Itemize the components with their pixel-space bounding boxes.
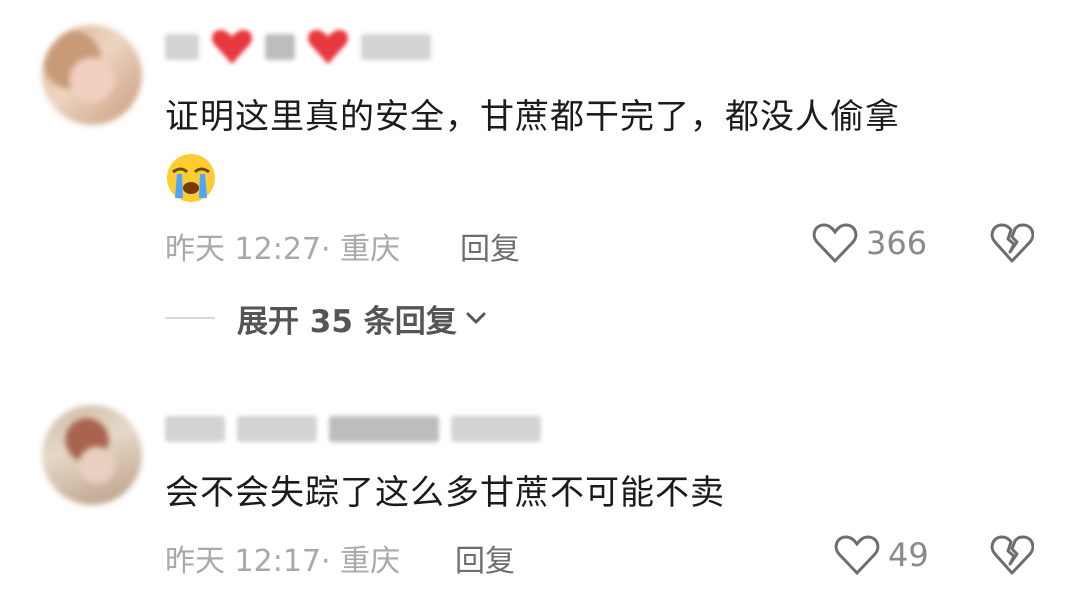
heart-badge-icon <box>307 28 349 66</box>
like-count: 366 <box>866 224 928 262</box>
like-button[interactable]: 366 <box>812 222 927 264</box>
username-blurred-segment <box>165 416 225 442</box>
expand-replies-button[interactable]: 展开 35 条回复 <box>165 296 489 340</box>
username-blurred-segment <box>361 34 431 60</box>
username-blurred[interactable] <box>165 28 431 66</box>
reply-button[interactable]: 回复 <box>460 224 520 268</box>
chevron-down-icon <box>466 312 486 324</box>
username-blurred-segment <box>451 416 541 442</box>
username-blurred-segment <box>265 34 295 60</box>
avatar[interactable] <box>42 25 142 125</box>
username-blurred-segment <box>329 416 439 442</box>
reply-button[interactable]: 回复 <box>455 536 515 580</box>
time-location: 昨天 12:27· 重庆 <box>165 232 401 267</box>
loudly-crying-face-icon <box>167 154 215 202</box>
divider <box>165 317 215 319</box>
time-location: 昨天 12:17· 重庆 <box>165 544 401 579</box>
avatar[interactable] <box>42 405 142 505</box>
heart-outline-icon <box>834 535 880 576</box>
comment-text: 会不会失踪了这么多甘蔗不可能不卖 <box>165 473 725 513</box>
heart-badge-icon <box>211 28 253 66</box>
like-button[interactable]: 49 <box>834 534 929 576</box>
username-blurred[interactable] <box>165 412 541 446</box>
username-blurred-segment <box>237 416 317 442</box>
broken-heart-icon[interactable] <box>990 222 1034 264</box>
broken-heart-icon[interactable] <box>990 534 1034 576</box>
comment-text: 证明这里真的安全，甘蔗都干完了，都没人偷拿 <box>165 97 900 137</box>
like-count: 49 <box>888 536 929 574</box>
heart-outline-icon <box>812 223 858 264</box>
username-blurred-segment <box>165 34 199 60</box>
expand-replies-label: 展开 35 条回复 <box>237 303 457 340</box>
